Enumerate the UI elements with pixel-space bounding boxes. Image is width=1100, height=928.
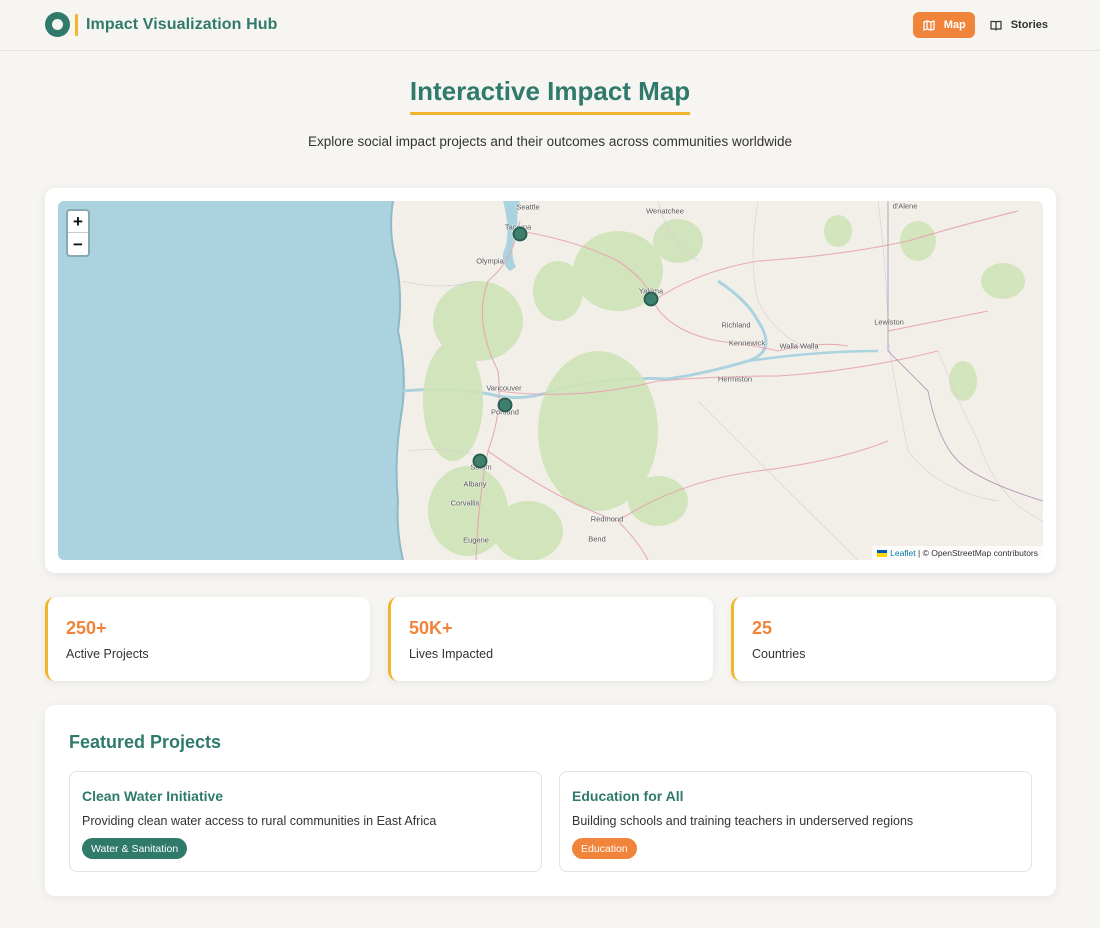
map-city-label: Seattle (516, 202, 540, 212)
map-tiles (58, 201, 1043, 560)
section-title: Featured Projects (69, 732, 222, 752)
map-city-label: Wenatchee (646, 206, 684, 216)
page-title: Interactive Impact Map (409, 76, 691, 115)
stat-value: 25 (752, 618, 773, 638)
project-description: Providing clean water access to rural co… (82, 814, 437, 828)
osm-contributors-text: OpenStreetMap contributors (931, 548, 1038, 558)
stat-card-active-projects: 250+ Active Projects (45, 597, 370, 681)
page-subtitle: Explore social impact projects and their… (308, 134, 792, 149)
stat-label: Active Projects (66, 647, 149, 661)
nav-stories-button[interactable]: Stories (981, 12, 1057, 38)
map-city-label: Albany (463, 479, 487, 489)
map-city-label: Lewiston (874, 317, 904, 327)
zoom-out-button[interactable]: − (68, 233, 88, 255)
project-card-clean-water[interactable]: Clean Water Initiative Providing clean w… (69, 771, 542, 872)
app-title: Impact Visualization Hub (86, 15, 278, 33)
featured-projects-section: Featured Projects Clean Water Initiative… (45, 705, 1056, 896)
map-city-label: Hermiston (717, 374, 753, 384)
attribution-separator: | © (915, 548, 932, 558)
map-attribution: Leaflet | © OpenStreetMap contributors (872, 546, 1043, 560)
logo-divider (75, 13, 78, 36)
stat-value: 250+ (66, 618, 107, 638)
map-city-label: Corvallis (450, 498, 480, 508)
project-description: Building schools and training teachers i… (572, 814, 914, 828)
stat-card-countries: 25 Countries (731, 597, 1056, 681)
nav-map-label: Map (943, 19, 966, 31)
map-card: Seattle Tacoma Olympia Wenatchee Yakima … (45, 188, 1056, 573)
map-city-label: Olympia (476, 256, 504, 266)
project-title: Clean Water Initiative (82, 788, 224, 804)
map-city-label: d'Alene (892, 201, 918, 211)
hero: Interactive Impact Map (0, 76, 1100, 115)
map-city-label: Kennewick (728, 338, 766, 348)
logo-icon (45, 12, 70, 37)
zoom-in-button[interactable]: + (68, 211, 88, 233)
map-marker-tacoma[interactable] (512, 226, 528, 242)
map-city-label: Bend (588, 534, 606, 544)
stat-value: 50K+ (409, 618, 453, 638)
map-canvas[interactable]: Seattle Tacoma Olympia Wenatchee Yakima … (58, 201, 1043, 560)
map-city-label: Redmond (590, 514, 624, 524)
stat-label: Countries (752, 647, 806, 661)
stat-card-lives-impacted: 50K+ Lives Impacted (388, 597, 713, 681)
project-card-education[interactable]: Education for All Building schools and t… (559, 771, 1032, 872)
map-marker-yakima[interactable] (643, 291, 659, 307)
brand[interactable]: Impact Visualization Hub (45, 12, 277, 37)
project-tag[interactable]: Education (572, 838, 637, 859)
top-bar: Impact Visualization Hub Map Stories (0, 0, 1100, 51)
map-marker-salem[interactable] (472, 453, 488, 469)
main-nav: Map Stories (912, 12, 1057, 38)
project-title: Education for All (572, 788, 684, 804)
ukraine-flag-icon (877, 549, 888, 557)
map-marker-portland[interactable] (497, 397, 513, 413)
map-city-label: Walla Walla (779, 341, 819, 351)
map-city-label: Eugene (463, 535, 489, 545)
project-tag[interactable]: Water & Sanitation (82, 838, 188, 859)
zoom-control: + − (66, 209, 90, 257)
stat-label: Lives Impacted (409, 647, 494, 661)
book-icon (990, 20, 1002, 31)
map-city-label: Richland (721, 320, 751, 330)
nav-stories-label: Stories (1010, 19, 1048, 31)
map-city-label: Vancouver (486, 383, 522, 393)
nav-map-button[interactable]: Map (912, 12, 975, 38)
leaflet-link[interactable]: Leaflet (890, 548, 916, 558)
map-icon (923, 19, 935, 31)
